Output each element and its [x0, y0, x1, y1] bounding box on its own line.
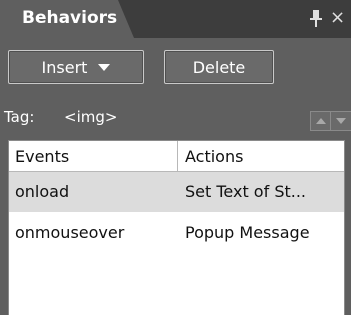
insert-label: Insert: [41, 57, 88, 77]
arrow-down-icon: [336, 118, 346, 124]
tag-value: <img>: [64, 108, 118, 126]
column-header-actions[interactable]: Actions: [185, 147, 243, 166]
column-divider[interactable]: [177, 141, 178, 171]
action-cell: Set Text of St...: [185, 182, 306, 201]
tab-label: Behaviors: [22, 8, 118, 28]
column-header-events[interactable]: Events: [15, 147, 69, 166]
close-icon[interactable]: ×: [330, 8, 345, 28]
pin-icon[interactable]: [309, 9, 323, 29]
table-header: Events Actions: [9, 141, 344, 172]
event-cell: onmouseover: [15, 223, 125, 242]
table-row[interactable]: onload Set Text of St...: [9, 172, 344, 212]
events-table: Events Actions onload Set Text of St... …: [8, 140, 345, 315]
tag-label: Tag:: [4, 108, 35, 126]
panel-title-bar: Behaviors ×: [0, 0, 351, 38]
event-cell: onload: [15, 182, 70, 201]
delete-button[interactable]: Delete: [164, 50, 274, 84]
table-row[interactable]: onmouseover Popup Message: [9, 213, 344, 253]
delete-label: Delete: [192, 57, 246, 77]
move-up-button[interactable]: [310, 111, 332, 131]
behaviors-panel: Behaviors × Insert Delete Tag: <img> Eve…: [0, 0, 351, 315]
move-down-button[interactable]: [330, 111, 351, 131]
action-cell: Popup Message: [185, 223, 310, 242]
arrow-up-icon: [316, 118, 326, 124]
tab-behaviors[interactable]: Behaviors: [0, 0, 134, 38]
insert-button[interactable]: Insert: [8, 50, 144, 84]
chevron-down-icon: [98, 63, 111, 71]
